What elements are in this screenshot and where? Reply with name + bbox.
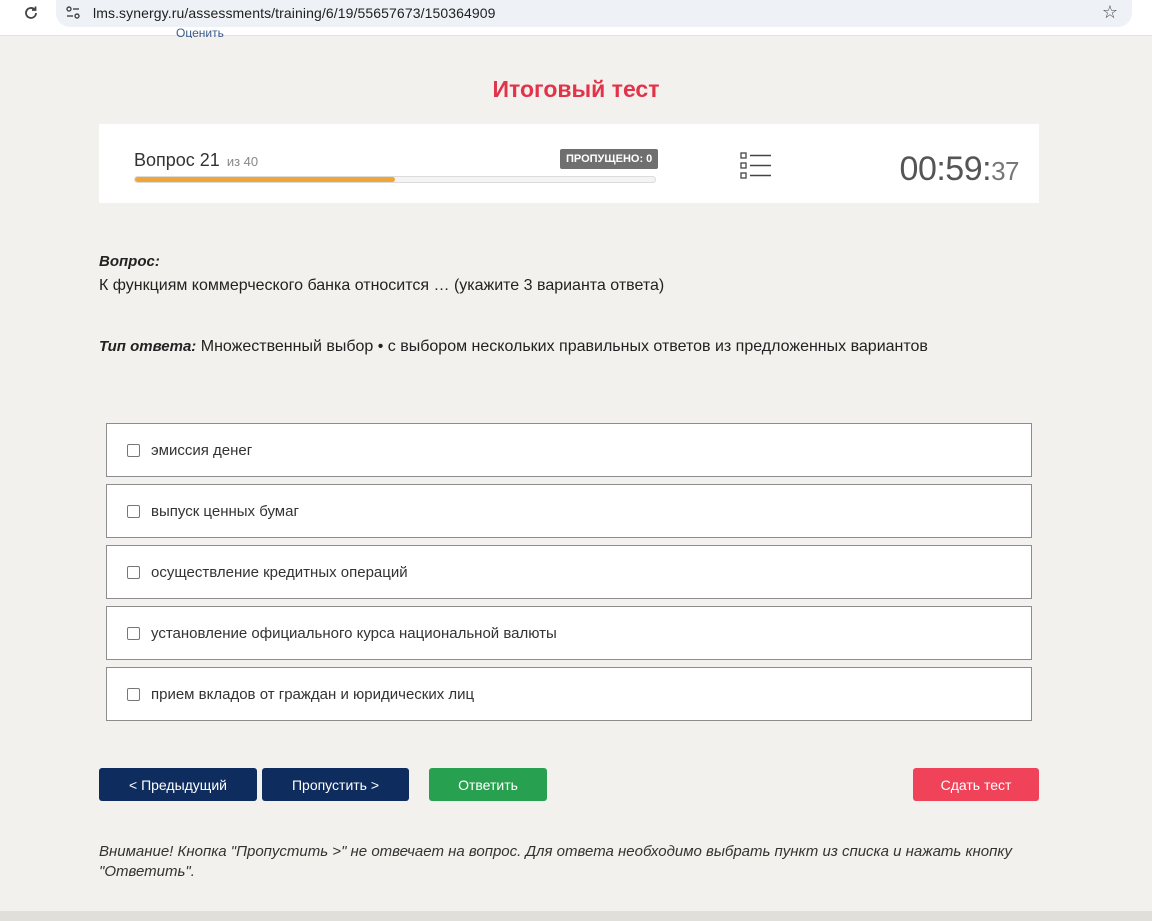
answer-option[interactable]: эмиссия денег bbox=[106, 423, 1032, 477]
notice-text: Внимание! Кнопка "Пропустить >" не отвеч… bbox=[99, 843, 1012, 880]
question-counter: Вопрос 21 из 40 bbox=[134, 150, 258, 171]
question-label: Вопрос: bbox=[99, 253, 160, 270]
skip-button[interactable]: Пропустить > bbox=[262, 768, 409, 801]
answer-option[interactable]: выпуск ценных бумаг bbox=[106, 484, 1032, 538]
option-checkbox[interactable] bbox=[127, 688, 140, 701]
previous-button[interactable]: < Предыдущий bbox=[99, 768, 257, 801]
option-label: эмиссия денег bbox=[151, 442, 253, 459]
reload-icon[interactable] bbox=[20, 3, 42, 23]
option-checkbox[interactable] bbox=[127, 566, 140, 579]
answer-type-label: Тип ответа: bbox=[99, 338, 197, 355]
answer-option[interactable]: установление официального курса национал… bbox=[106, 606, 1032, 660]
skipped-badge: ПРОПУЩЕНО: 0 bbox=[560, 149, 659, 169]
site-info-icon[interactable] bbox=[65, 5, 81, 21]
answer-button[interactable]: Ответить bbox=[429, 768, 547, 801]
option-checkbox[interactable] bbox=[127, 444, 140, 457]
page-footer bbox=[0, 911, 1152, 921]
question-text: К функциям коммерческого банка относится… bbox=[99, 277, 665, 294]
question-list-icon[interactable] bbox=[740, 152, 772, 180]
progress-bar bbox=[134, 176, 656, 183]
question-number: Вопрос 21 bbox=[134, 150, 220, 170]
answer-option[interactable]: прием вкладов от граждан и юридических л… bbox=[106, 667, 1032, 721]
option-label: прием вкладов от граждан и юридических л… bbox=[151, 686, 475, 703]
answer-options: эмиссия денег выпуск ценных бумаг осущес… bbox=[106, 423, 1032, 728]
answer-type: Тип ответа: Множественный выбор • с выбо… bbox=[99, 338, 928, 356]
address-bar[interactable]: lms.synergy.ru/assessments/training/6/19… bbox=[56, 0, 1132, 27]
submit-test-button[interactable]: Сдать тест bbox=[913, 768, 1039, 801]
option-label: установление официального курса национал… bbox=[151, 625, 557, 642]
page-title: Итоговый тест bbox=[492, 76, 660, 102]
answer-type-text: Множественный выбор • с выбором нескольк… bbox=[200, 338, 928, 355]
option-checkbox[interactable] bbox=[127, 627, 140, 640]
option-label: осуществление кредитных операций bbox=[151, 564, 408, 581]
timer-main: 00:59: bbox=[899, 150, 992, 188]
timer-seconds: 37 bbox=[991, 156, 1019, 186]
option-label: выпуск ценных бумаг bbox=[151, 503, 299, 520]
rate-link[interactable]: Оценить bbox=[176, 27, 224, 38]
option-checkbox[interactable] bbox=[127, 505, 140, 518]
progress-bar-fill bbox=[135, 177, 395, 182]
bookmark-star-icon[interactable]: ☆ bbox=[1102, 2, 1118, 23]
answer-option[interactable]: осуществление кредитных операций bbox=[106, 545, 1032, 599]
question-total: из 40 bbox=[226, 154, 259, 169]
countdown-timer: 00:59:37 bbox=[899, 150, 1020, 189]
url-text[interactable]: lms.synergy.ru/assessments/training/6/19… bbox=[93, 5, 496, 21]
browser-toolbar: lms.synergy.ru/assessments/training/6/19… bbox=[0, 0, 1152, 36]
progress-panel: Вопрос 21 из 40 ПРОПУЩЕНО: 0 00:59:37 bbox=[99, 124, 1039, 203]
